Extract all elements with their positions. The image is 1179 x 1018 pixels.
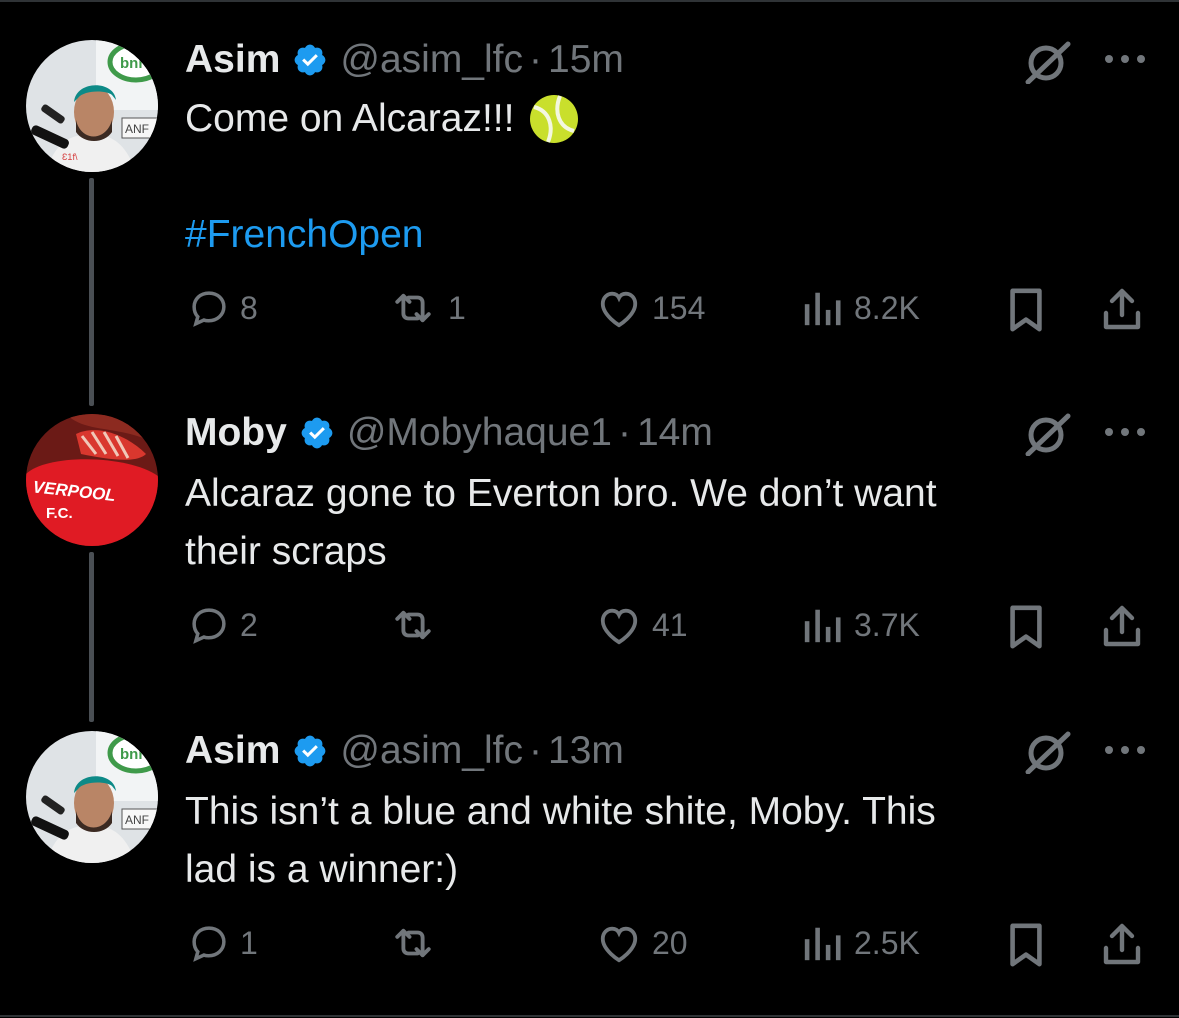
like-button[interactable]: 20	[596, 922, 688, 964]
heart-icon	[600, 926, 638, 963]
reply-icon	[192, 926, 226, 962]
tweet-text-line: This isn’t a blue and white shite, Moby.…	[185, 790, 936, 833]
svg-text:bnr: bnr	[120, 746, 144, 763]
separator: ·	[529, 729, 542, 772]
bookmark-button[interactable]	[1006, 922, 1046, 968]
retweet-button[interactable]	[388, 922, 448, 964]
tweet-header: Asim @asim_lfc · 13m	[185, 726, 624, 776]
grok-icon[interactable]	[1022, 730, 1076, 779]
avatar[interactable]: bnr ANF	[26, 731, 158, 863]
verified-badge-icon	[292, 733, 328, 769]
tweet-text-line: lad is a winner:)	[185, 848, 459, 891]
retweet-icon	[395, 928, 431, 958]
share-button[interactable]	[1100, 922, 1144, 966]
reply-count: 1	[240, 924, 258, 961]
bookmark-icon	[1010, 923, 1042, 967]
bottom-divider	[0, 1015, 1179, 1017]
timestamp[interactable]: 13m	[548, 729, 624, 773]
handle[interactable]: @asim_lfc	[340, 729, 523, 773]
display-name[interactable]: Asim	[185, 729, 280, 773]
views-button[interactable]: 2.5K	[800, 922, 920, 964]
more-options-icon[interactable]	[1103, 743, 1147, 762]
like-count: 20	[652, 924, 688, 961]
tweet-actions: 1 20 2.5K	[0, 922, 1179, 972]
share-icon	[1103, 923, 1141, 965]
views-icon	[804, 927, 841, 961]
reply-button[interactable]: 1	[188, 922, 258, 964]
tweet[interactable]: bnr ANF Asim @asim_lfc · 13m This isn’t …	[0, 0, 1179, 1015]
svg-text:ANF: ANF	[125, 813, 149, 827]
tweet-text: This isn’t a blue and white shite, Moby.…	[185, 783, 1125, 899]
view-count: 2.5K	[854, 924, 920, 961]
